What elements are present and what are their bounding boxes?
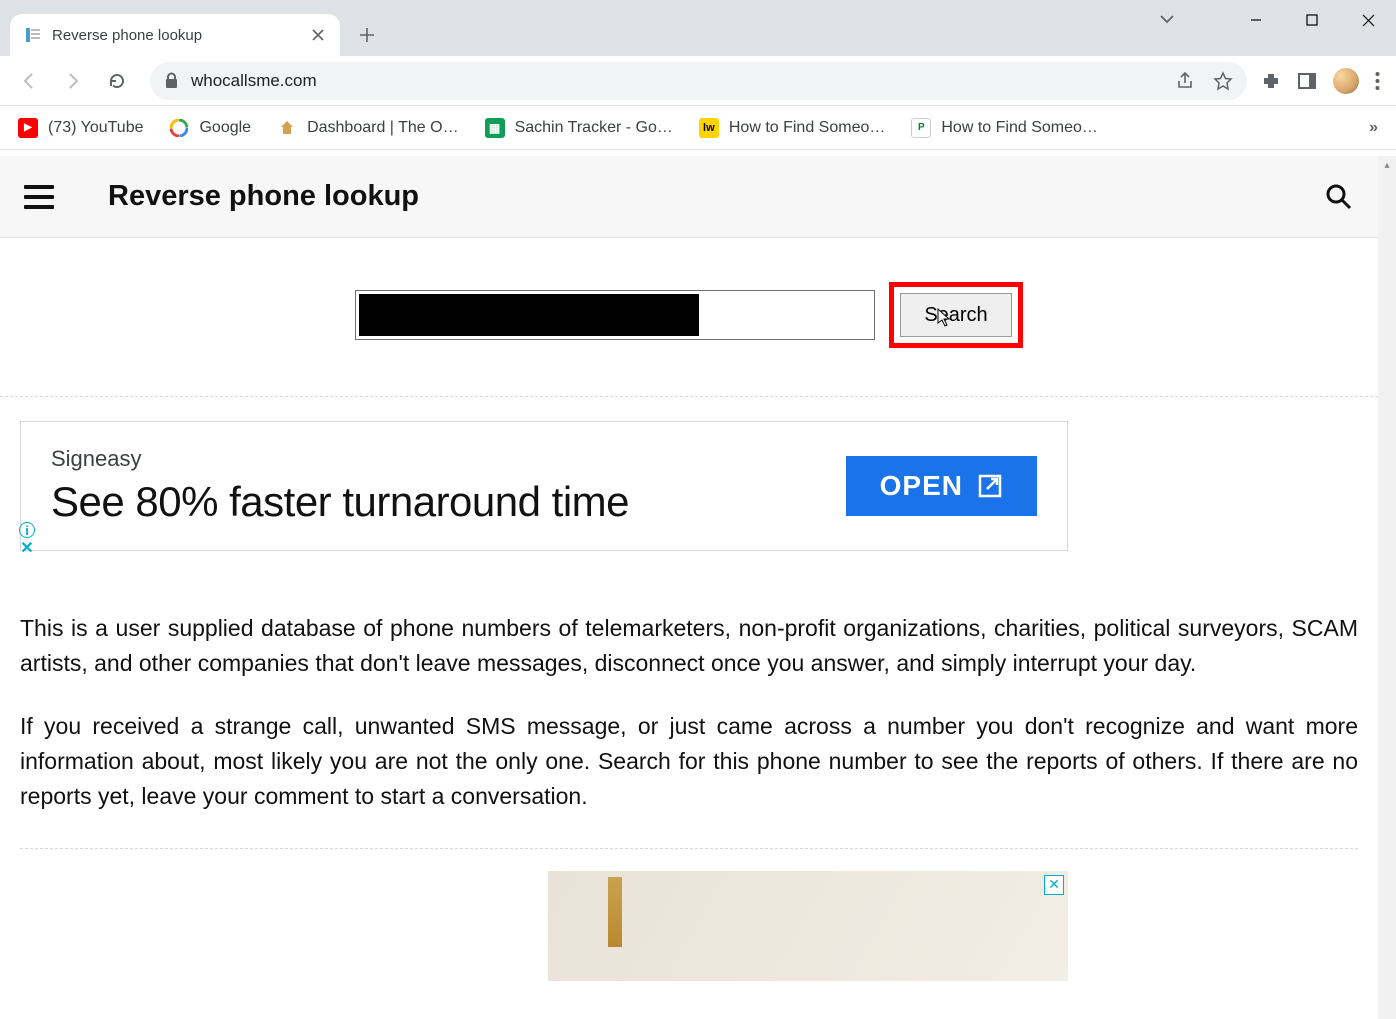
bookmark-howtofind-2[interactable]: P How to Find Someo… [911, 118, 1098, 138]
ad-banner-2[interactable]: ✕ [20, 871, 1068, 981]
ad-headline: See 80% faster turnaround time [51, 478, 629, 526]
paragraph-1: This is a user supplied database of phon… [20, 611, 1358, 681]
bookmark-google[interactable]: Google [169, 118, 251, 138]
chrome-menu-icon[interactable] [1375, 71, 1380, 91]
back-button[interactable] [10, 62, 48, 100]
ad-image [548, 871, 1068, 981]
bookmark-star-icon[interactable] [1213, 71, 1233, 91]
bookmark-label: (73) YouTube [48, 119, 143, 137]
browser-toolbar: whocallsme.com [0, 56, 1396, 106]
new-tab-button[interactable] [350, 18, 384, 52]
window-minimize-button[interactable] [1228, 0, 1284, 40]
window-controls [1228, 0, 1396, 40]
bookmarks-bar: ▶ (73) YouTube Google Dashboard | The O…… [0, 106, 1396, 150]
tab-title: Reverse phone lookup [52, 27, 300, 44]
tab-favicon-icon [24, 26, 42, 44]
bookmarks-overflow-icon[interactable]: » [1369, 119, 1378, 137]
faucet-graphic [608, 877, 622, 947]
bookmark-label: How to Find Someo… [729, 119, 886, 137]
ad-info-icon[interactable]: i [19, 522, 35, 538]
ad-open-label: OPEN [880, 470, 963, 502]
window-maximize-button[interactable] [1284, 0, 1340, 40]
vertical-scrollbar[interactable]: ▴ [1378, 156, 1396, 1019]
bookmark-label: Google [199, 119, 251, 137]
address-bar[interactable]: whocallsme.com [150, 62, 1247, 100]
bookmark-sachin-tracker[interactable]: ▦ Sachin Tracker - Go… [485, 118, 673, 138]
bookmark-dashboard[interactable]: Dashboard | The O… [277, 118, 459, 138]
paragraph-2: If you received a strange call, unwanted… [20, 709, 1358, 814]
sidepanel-icon[interactable] [1297, 71, 1317, 91]
profile-avatar[interactable] [1333, 68, 1359, 94]
url-text: whocallsme.com [191, 71, 317, 91]
pa-icon: P [911, 118, 931, 138]
sheets-icon: ▦ [485, 118, 505, 138]
dashboard-icon [277, 118, 297, 138]
search-button-label: Search [924, 304, 987, 326]
bookmark-howtofind-1[interactable]: lw How to Find Someo… [699, 118, 886, 138]
bookmark-label: Dashboard | The O… [307, 119, 459, 137]
phone-number-input[interactable] [355, 290, 875, 340]
scroll-up-icon[interactable]: ▴ [1378, 156, 1396, 174]
ad-banner-1: i ✕ Signeasy See 80% faster turnaround t… [20, 421, 1068, 551]
hamburger-menu-icon[interactable] [24, 185, 54, 209]
ad-open-button[interactable]: OPEN [846, 456, 1037, 516]
lock-icon [164, 72, 179, 89]
search-button[interactable]: Search [900, 293, 1012, 337]
tab-search-icon[interactable] [1158, 10, 1176, 28]
section-divider [20, 848, 1358, 849]
ad2-close-icon[interactable]: ✕ [1044, 875, 1064, 895]
window-titlebar: Reverse phone lookup [0, 0, 1396, 56]
google-icon [169, 118, 189, 138]
site-search-icon[interactable] [1324, 182, 1354, 212]
youtube-icon: ▶ [18, 118, 38, 138]
tab-close-icon[interactable] [310, 27, 326, 43]
ad-close-icon[interactable]: ✕ [19, 540, 35, 556]
search-button-highlight: Search [889, 282, 1023, 348]
extensions-icon[interactable] [1261, 71, 1281, 91]
redacted-input-value [359, 294, 699, 336]
page-content: Reverse phone lookup Search i ✕ [0, 156, 1378, 1019]
site-header: Reverse phone lookup [0, 156, 1378, 238]
description-text: This is a user supplied database of phon… [0, 551, 1378, 814]
bookmark-youtube[interactable]: ▶ (73) YouTube [18, 118, 143, 138]
window-close-button[interactable] [1340, 0, 1396, 40]
reload-button[interactable] [98, 62, 136, 100]
browser-tab[interactable]: Reverse phone lookup [10, 14, 340, 56]
share-icon[interactable] [1175, 71, 1195, 91]
external-link-icon [977, 473, 1003, 499]
bookmark-label: Sachin Tracker - Go… [515, 119, 673, 137]
lw-icon: lw [699, 118, 719, 138]
ad-brand: Signeasy [51, 446, 629, 472]
bookmark-label: How to Find Someo… [941, 119, 1098, 137]
adchoices-controls: i ✕ [19, 522, 35, 556]
forward-button[interactable] [54, 62, 92, 100]
search-area: Search [0, 238, 1378, 397]
site-title: Reverse phone lookup [108, 180, 419, 213]
